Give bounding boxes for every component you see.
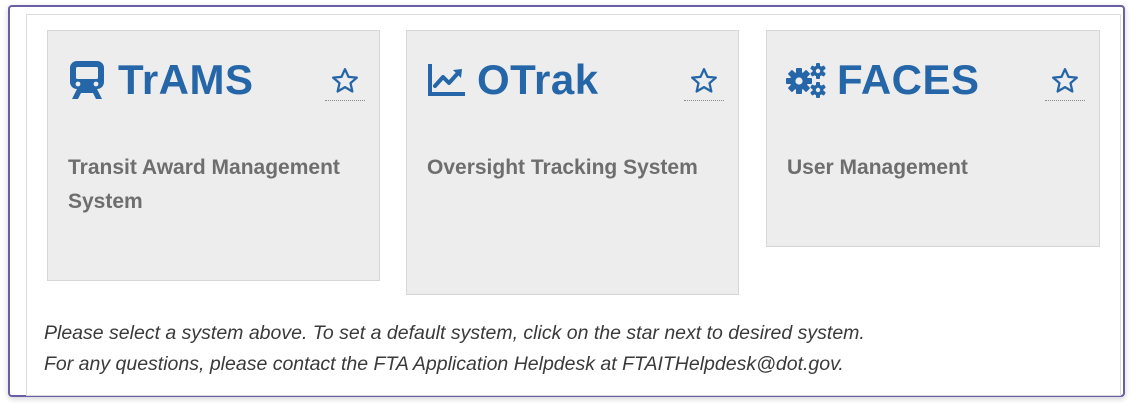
favorite-star-button[interactable]	[325, 61, 365, 101]
instructions-text: Please select a system above. To set a d…	[44, 318, 1114, 380]
tile-description: Transit Award Management System	[68, 156, 340, 213]
system-tile-faces[interactable]: FACES User Management	[766, 30, 1100, 247]
system-tile-otrak[interactable]: OTrak Oversight Tracking System	[406, 30, 739, 295]
tile-header: FACES	[785, 55, 1081, 105]
line-chart-icon	[425, 59, 467, 101]
tile-description: User Management	[787, 156, 968, 179]
tile-title: TrAMS	[118, 56, 254, 103]
tile-header: TrAMS	[66, 55, 361, 105]
tile-header: OTrak	[425, 55, 720, 105]
train-icon	[66, 59, 108, 101]
tile-title: FACES	[837, 56, 980, 103]
instructions-line: Please select a system above. To set a d…	[44, 322, 865, 344]
gears-icon	[785, 59, 827, 101]
tile-title: OTrak	[477, 56, 599, 103]
helpdesk-line: For any questions, please contact the FT…	[44, 353, 844, 375]
star-outline-icon	[1052, 67, 1078, 93]
tile-description: Oversight Tracking System	[427, 156, 698, 179]
system-tile-trams[interactable]: TrAMS Transit Award Management System	[47, 30, 380, 281]
favorite-star-button[interactable]	[1045, 61, 1085, 101]
favorite-star-button[interactable]	[684, 61, 724, 101]
star-outline-icon	[332, 67, 358, 93]
star-outline-icon	[691, 67, 717, 93]
